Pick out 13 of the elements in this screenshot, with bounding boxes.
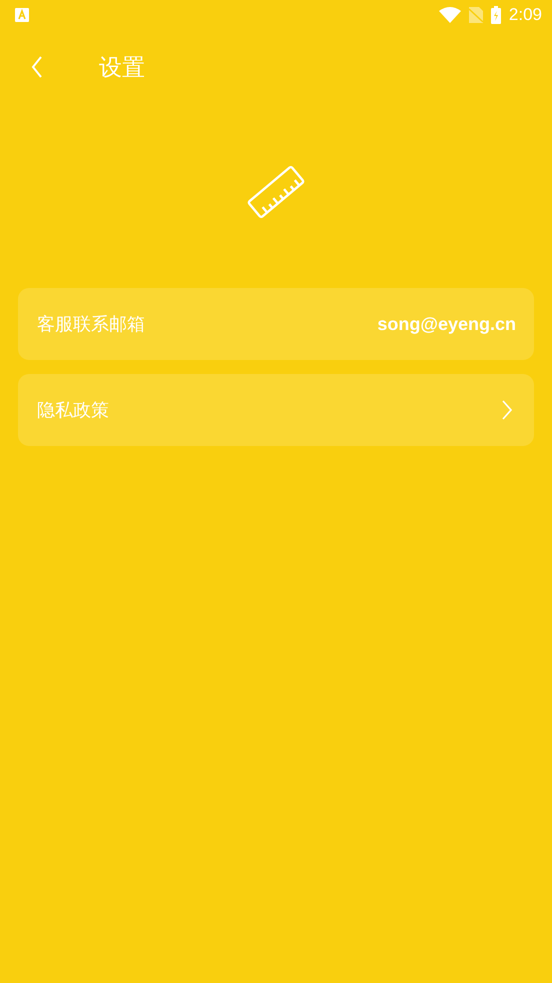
settings-row[interactable]: 隐私政策 <box>18 374 534 446</box>
battery-icon <box>490 6 501 24</box>
chevron-right-icon <box>502 400 512 420</box>
status-time: 2:09 <box>508 5 542 25</box>
wifi-icon <box>438 7 461 23</box>
row-label: 隐私政策 <box>37 399 109 422</box>
notification-icon <box>15 8 29 22</box>
back-icon[interactable] <box>31 56 43 78</box>
page-title: 设置 <box>99 54 145 82</box>
settings-row[interactable]: 客服联系邮箱 song@eyeng.cn <box>18 288 534 360</box>
row-label: 客服联系邮箱 <box>37 313 145 336</box>
no-sim-icon <box>468 7 483 23</box>
email-value: song@eyeng.cn <box>377 314 516 334</box>
